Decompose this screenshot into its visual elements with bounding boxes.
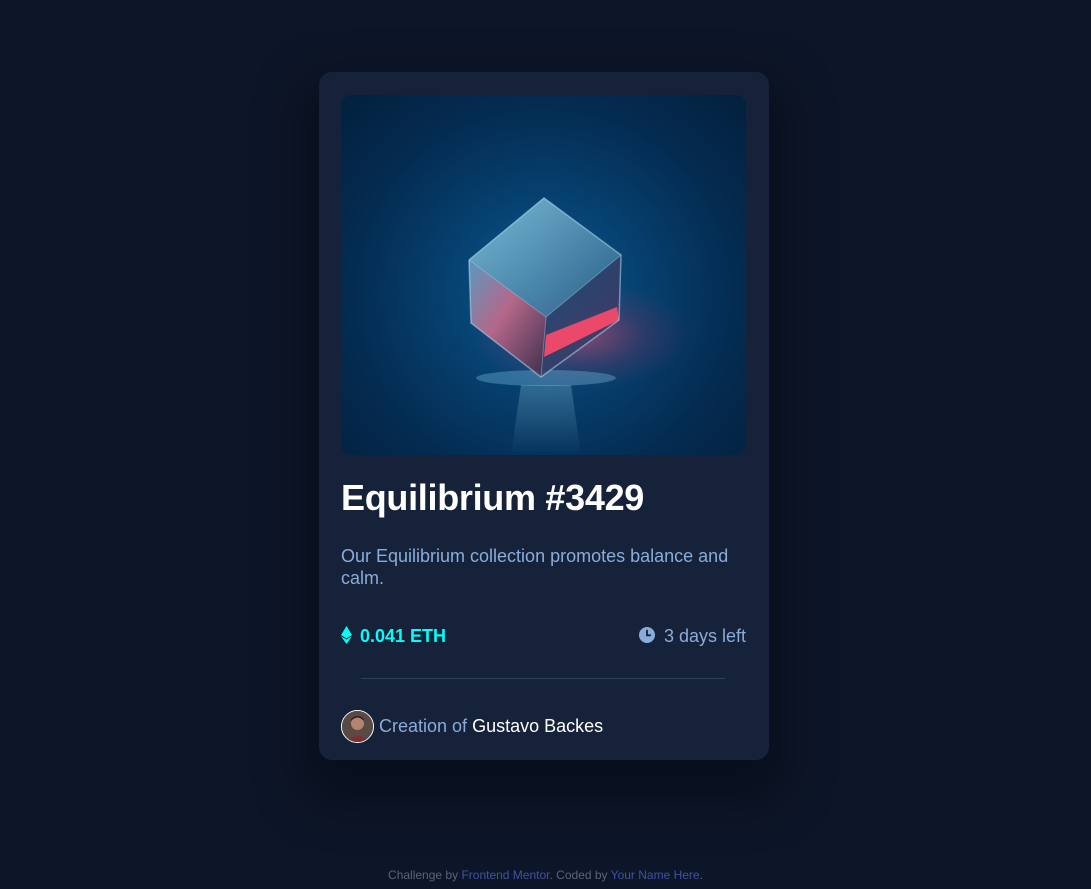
author-link[interactable]: Your Name Here — [611, 868, 700, 882]
nft-card: Equilibrium #3429 Our Equilibrium collec… — [319, 72, 769, 760]
attribution-prefix: Challenge by — [388, 868, 459, 882]
time-info: 3 days left — [638, 626, 746, 647]
time-left: 3 days left — [663, 626, 746, 646]
creator-name[interactable]: Gustavo Backes — [472, 716, 603, 737]
price-value: 0.041 ETH — [360, 626, 447, 646]
attribution-middle: . Coded by — [549, 868, 608, 882]
price-info: 0.041 ETH — [341, 625, 447, 647]
attribution: Challenge by Frontend Mentor. Coded by Y… — [0, 868, 1091, 882]
frontend-mentor-link[interactable]: Frontend Mentor — [461, 868, 549, 882]
equilibrium-cube-image — [468, 197, 691, 455]
avatar-image — [342, 711, 373, 742]
card-description: Our Equilibrium collection promotes bala… — [341, 546, 729, 588]
card-title[interactable]: Equilibrium #3429 — [341, 477, 644, 519]
creator-label: Creation of — [379, 716, 468, 736]
divider — [361, 678, 725, 679]
creator-info: Creation of Gustavo Backes — [341, 710, 603, 743]
avatar — [341, 710, 374, 743]
attribution-suffix: . — [699, 868, 703, 882]
nft-image[interactable] — [341, 95, 746, 455]
clock-icon — [638, 626, 655, 643]
ethereum-icon — [341, 625, 352, 644]
